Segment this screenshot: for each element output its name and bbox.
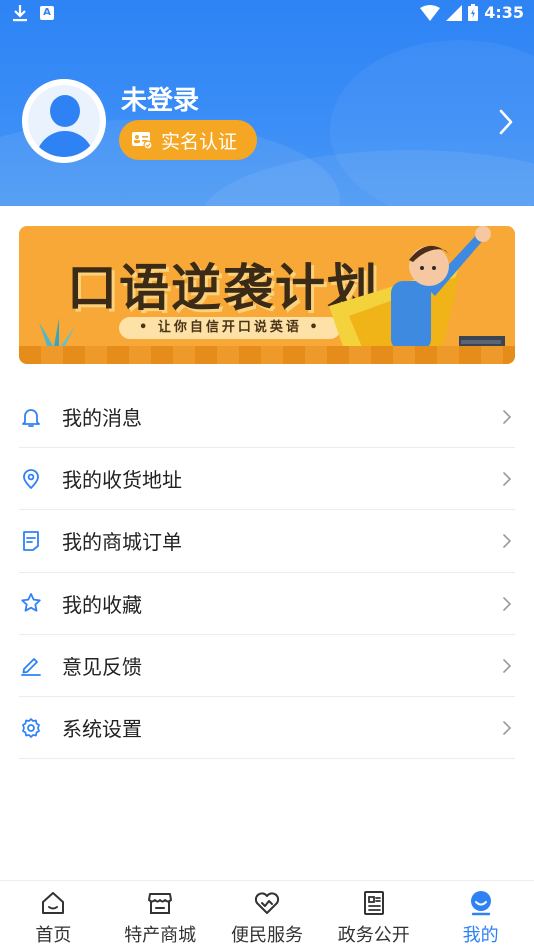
gear-icon: [22, 717, 40, 738]
default-user-icon: [28, 85, 100, 157]
menu-item-label: 意见反馈: [62, 654, 142, 679]
status-bar: A 4:35: [0, 0, 534, 28]
nav-tab-mine[interactable]: 我的: [427, 881, 534, 950]
verify-label: 实名认证: [161, 130, 238, 153]
nav-tab-label: 便民服务: [230, 925, 303, 946]
chevron-right-icon: [503, 472, 512, 486]
menu-item-label: 我的收货地址: [62, 468, 182, 493]
chevron-right-icon: [503, 410, 512, 424]
nav-tab-label: 特产商城: [124, 925, 197, 946]
nav-tab-label: 我的: [462, 925, 499, 946]
real-name-verify-button[interactable]: 实名认证: [119, 120, 257, 160]
menu-item-messages[interactable]: 我的消息: [19, 386, 515, 449]
signal-icon: [446, 4, 463, 21]
avatar-body-shape: [36, 131, 94, 157]
bottom-nav: 首页 特产商城 便民服务 政务公开 我的: [0, 880, 534, 950]
nav-tab-services[interactable]: 便民服务: [214, 881, 321, 950]
edit-pen-icon: [21, 658, 41, 677]
document-icon: [23, 531, 39, 551]
chevron-right-icon: [503, 721, 512, 735]
chevron-right-icon: [503, 658, 512, 673]
menu-item-settings[interactable]: 系统设置: [19, 697, 515, 760]
banner-subtitle: • 让你自信开口说英语 •: [119, 317, 341, 339]
home-icon: [42, 892, 65, 914]
superhero-illustration: [329, 226, 505, 364]
nav-tab-government[interactable]: 政务公开: [320, 881, 427, 950]
avatar[interactable]: [22, 79, 106, 163]
chevron-right-icon[interactable]: [496, 108, 516, 136]
newspaper-icon: [363, 891, 384, 915]
handshake-heart-icon: [254, 892, 280, 914]
menu-item-address[interactable]: 我的收货地址: [19, 448, 515, 511]
menu-item-favorites[interactable]: 我的收藏: [19, 573, 515, 635]
nav-tab-home[interactable]: 首页: [0, 881, 107, 950]
chevron-right-icon: [503, 596, 512, 611]
user-name[interactable]: 未登录: [121, 80, 199, 117]
profile-header: A 4:35 未登录 实名认证: [0, 0, 534, 206]
star-icon: [21, 593, 41, 612]
menu-item-label: 我的商城订单: [62, 530, 182, 555]
menu-item-feedback[interactable]: 意见反馈: [19, 635, 515, 697]
location-pin-icon: [23, 468, 39, 489]
menu-item-label: 我的消息: [62, 406, 142, 431]
user-face-icon: [470, 891, 491, 916]
store-icon: [148, 893, 173, 914]
menu-item-label: 我的收藏: [62, 592, 142, 617]
avatar-head-shape: [50, 95, 80, 127]
menu-item-label: 系统设置: [62, 717, 142, 742]
banner-floor: [19, 346, 515, 364]
chevron-right-icon: [503, 534, 512, 549]
download-icon: [13, 5, 27, 22]
nav-tab-label: 政务公开: [337, 925, 410, 946]
clock-time: 4:35: [484, 3, 524, 22]
promo-banner[interactable]: 口语逆袭计划 • 让你自信开口说英语 •: [19, 226, 515, 364]
menu-item-orders[interactable]: 我的商城订单: [19, 510, 515, 573]
wifi-icon: [420, 4, 441, 21]
menu-list: 我的消息 我的收货地址 我的商城订单 我的收藏 意见反馈 系统设置: [19, 386, 515, 760]
nav-tab-label: 首页: [35, 925, 72, 946]
nav-tab-store[interactable]: 特产商城: [107, 881, 214, 950]
id-card-icon: [132, 132, 153, 149]
battery-icon: [468, 4, 479, 21]
notification-a-icon: A: [40, 6, 54, 20]
bell-icon: [22, 408, 40, 427]
